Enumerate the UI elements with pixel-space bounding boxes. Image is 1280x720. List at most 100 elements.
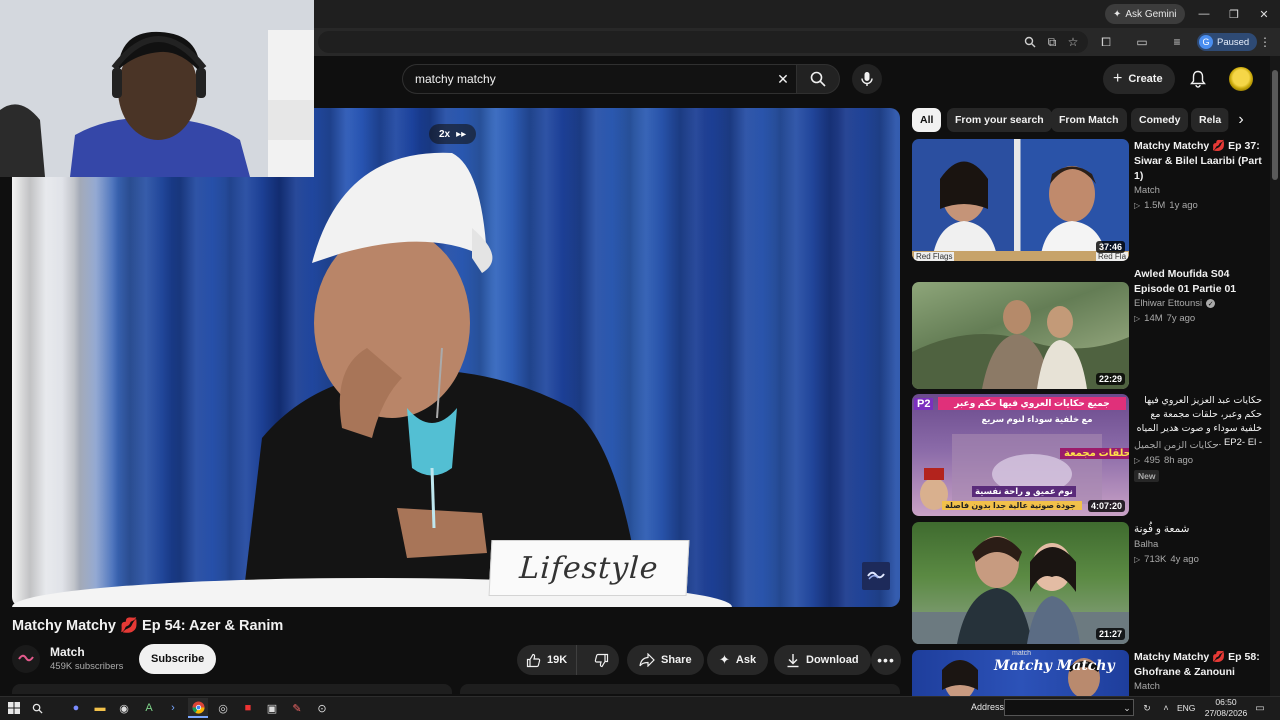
chrome-icon[interactable] (188, 698, 208, 718)
address-dropdown-icon[interactable]: ⌄ (1117, 698, 1137, 718)
recommendation-channel[interactable]: Elhiwar Ettounsi ✓ (1134, 298, 1216, 309)
editor-icon[interactable]: ✎ (287, 698, 307, 718)
recommendation-item[interactable]: match Matchy Matchy Matchy Matchy 💋 Ep 5… (912, 650, 1262, 696)
recommendation-meta: ▷ 495 8h ago (1134, 455, 1193, 466)
recommendation-item[interactable]: P2 جميع حكايات العروي فيها حكم وعبر مع خ… (912, 394, 1262, 516)
create-label: Create (1128, 73, 1163, 85)
obs-icon[interactable]: ◎ (213, 698, 233, 718)
recommendation-title[interactable]: Matchy Matchy 💋 Ep 58: Ghofrane & Zanoun… (1134, 650, 1262, 680)
taskbar-address-input[interactable] (1004, 699, 1134, 716)
chip-related[interactable]: Rela (1191, 108, 1230, 132)
voice-search-button[interactable] (852, 64, 882, 94)
like-button[interactable]: 19K (517, 645, 578, 675)
account-avatar[interactable] (1229, 67, 1253, 91)
recommendation-channel[interactable]: Balha (1134, 539, 1158, 550)
clock-date[interactable]: 27/08/2026 (1199, 708, 1253, 718)
browser-menu-icon[interactable]: ⋮ (1256, 33, 1274, 51)
bell-icon (1190, 70, 1206, 88)
channel-label: حكايات الزمن الجميل (1134, 440, 1219, 451)
recorder-icon[interactable]: ■ (238, 698, 258, 718)
open-in-app-icon[interactable]: ⧉ (1043, 33, 1061, 51)
video-thumbnail[interactable]: P2 جميع حكايات العروي فيها حكم وعبر مع خ… (912, 394, 1129, 516)
thumbnail-art (912, 536, 1129, 644)
recommendation-channel[interactable]: حكايات الزمن الجميل (1134, 440, 1218, 451)
clock-time[interactable]: 06:50 (1211, 697, 1241, 707)
recommendation-item[interactable]: 21:27 شمعة و فُونة Balha ▷ 713K 4y ago (912, 522, 1262, 644)
windows-start-icon[interactable] (4, 698, 24, 718)
close-window-icon[interactable]: ✕ (1256, 6, 1272, 22)
channel-watermark-icon[interactable] (862, 562, 890, 590)
channel-avatar[interactable] (12, 645, 40, 673)
create-button[interactable]: + Create (1103, 64, 1175, 94)
profile-status-label: Paused (1217, 36, 1250, 48)
video-thumbnail[interactable]: match Matchy Matchy (912, 650, 1129, 696)
thumbnail-badge: P2 (914, 398, 934, 410)
dislike-button[interactable] (583, 645, 619, 675)
recommendation-channel[interactable]: Match (1134, 681, 1160, 692)
share-label: Share (661, 654, 692, 666)
chip-comedy[interactable]: Comedy (1131, 108, 1189, 132)
font-app-icon[interactable]: A (139, 698, 159, 718)
video-thumbnail[interactable]: Red Flags Red Fla 37:46 (912, 139, 1129, 261)
recommendation-channel[interactable]: Match (1134, 185, 1160, 196)
cast-icon[interactable]: ▭ (1133, 33, 1151, 51)
video-thumbnail[interactable]: 22:29 (912, 282, 1129, 389)
description-box[interactable] (12, 684, 452, 694)
thumbnail-footer: نوم عميق و راحة نفسية (972, 486, 1076, 497)
thumbnail-caption: Red Fla (1096, 252, 1129, 261)
profile-paused-button[interactable]: G Paused (1197, 33, 1258, 51)
channel-name[interactable]: Match (50, 645, 85, 659)
download-button[interactable]: Download (774, 645, 871, 675)
extensions-icon[interactable]: ⧠ (1097, 33, 1115, 51)
video-thumbnail[interactable]: 21:27 (912, 522, 1129, 644)
app-window-icon[interactable]: ▣ (262, 698, 282, 718)
recommendation-title[interactable]: Matchy Matchy 💋 Ep 37: Siwar & Bilel Laa… (1134, 139, 1262, 184)
ask-gemini-button[interactable]: ✦ Ask Gemini (1105, 4, 1185, 24)
microphone-icon (861, 72, 873, 86)
recommendation-meta: ▷ 713K 4y ago (1134, 554, 1199, 565)
sparkle-icon: ✦ (719, 652, 730, 667)
steam-icon[interactable]: ⊙ (312, 698, 332, 718)
upload-age: 8h ago (1164, 455, 1194, 466)
ask-button[interactable]: ✦ Ask (707, 645, 769, 675)
notifications-button[interactable] (1187, 68, 1209, 90)
address-go-icon[interactable]: ↻ (1137, 698, 1157, 718)
thumbnail-caption: Red Flags (914, 252, 955, 261)
webcam-overlay (0, 0, 314, 177)
taskbar-search-icon[interactable] (27, 698, 47, 718)
bookmark-star-icon[interactable]: ☆ (1064, 33, 1082, 51)
playback-speed-indicator: 2x ▸▸ (429, 124, 477, 144)
scrollbar-thumb[interactable] (1272, 70, 1278, 180)
comments-box[interactable] (460, 684, 900, 694)
terminal-icon[interactable]: › (163, 698, 183, 718)
speed-label: 2x (439, 128, 451, 140)
file-explorer-icon[interactable]: ▬ (90, 698, 110, 718)
search-input[interactable]: matchy matchy (402, 64, 796, 94)
address-bar[interactable] (318, 31, 1088, 53)
upload-age: 4y ago (1170, 554, 1199, 565)
notification-center-icon[interactable]: ▭ (1250, 698, 1270, 718)
language-indicator[interactable]: ENG (1177, 703, 1195, 713)
chip-from-your-search[interactable]: From your search (947, 108, 1052, 132)
search-button[interactable] (796, 64, 840, 94)
restore-icon[interactable]: ❐ (1226, 6, 1242, 22)
reading-list-icon[interactable]: ≡ (1168, 33, 1186, 51)
recommendation-item[interactable]: Red Flags Red Fla 37:46 Matchy Matchy 💋 … (912, 139, 1262, 261)
clock-app-icon[interactable]: ◉ (114, 698, 134, 718)
views-icon: ▷ (1134, 456, 1141, 465)
recommendation-item[interactable]: 22:29 Awled Moufida S04 Episode 01 Parti… (912, 267, 1262, 389)
zoom-icon[interactable] (1021, 33, 1039, 51)
chips-next-button[interactable]: › (1228, 108, 1254, 132)
discord-icon[interactable]: ● (66, 698, 86, 718)
chip-from-match[interactable]: From Match (1051, 108, 1127, 132)
recommendation-title[interactable]: Awled Moufida S04 Episode 01 Partie 01 (1134, 267, 1262, 297)
minimize-icon[interactable]: — (1196, 6, 1212, 22)
clear-search-icon[interactable]: ✕ (772, 68, 794, 90)
chip-all[interactable]: All (912, 108, 942, 132)
recommendation-title[interactable]: شمعة و فُونة (1134, 522, 1262, 537)
more-actions-button[interactable]: ••• (871, 645, 901, 675)
tray-expand-icon[interactable]: ˄ (1156, 698, 1176, 718)
video-player[interactable] (12, 108, 900, 607)
share-button[interactable]: Share (627, 645, 704, 675)
subscribe-button[interactable]: Subscribe (139, 644, 217, 674)
